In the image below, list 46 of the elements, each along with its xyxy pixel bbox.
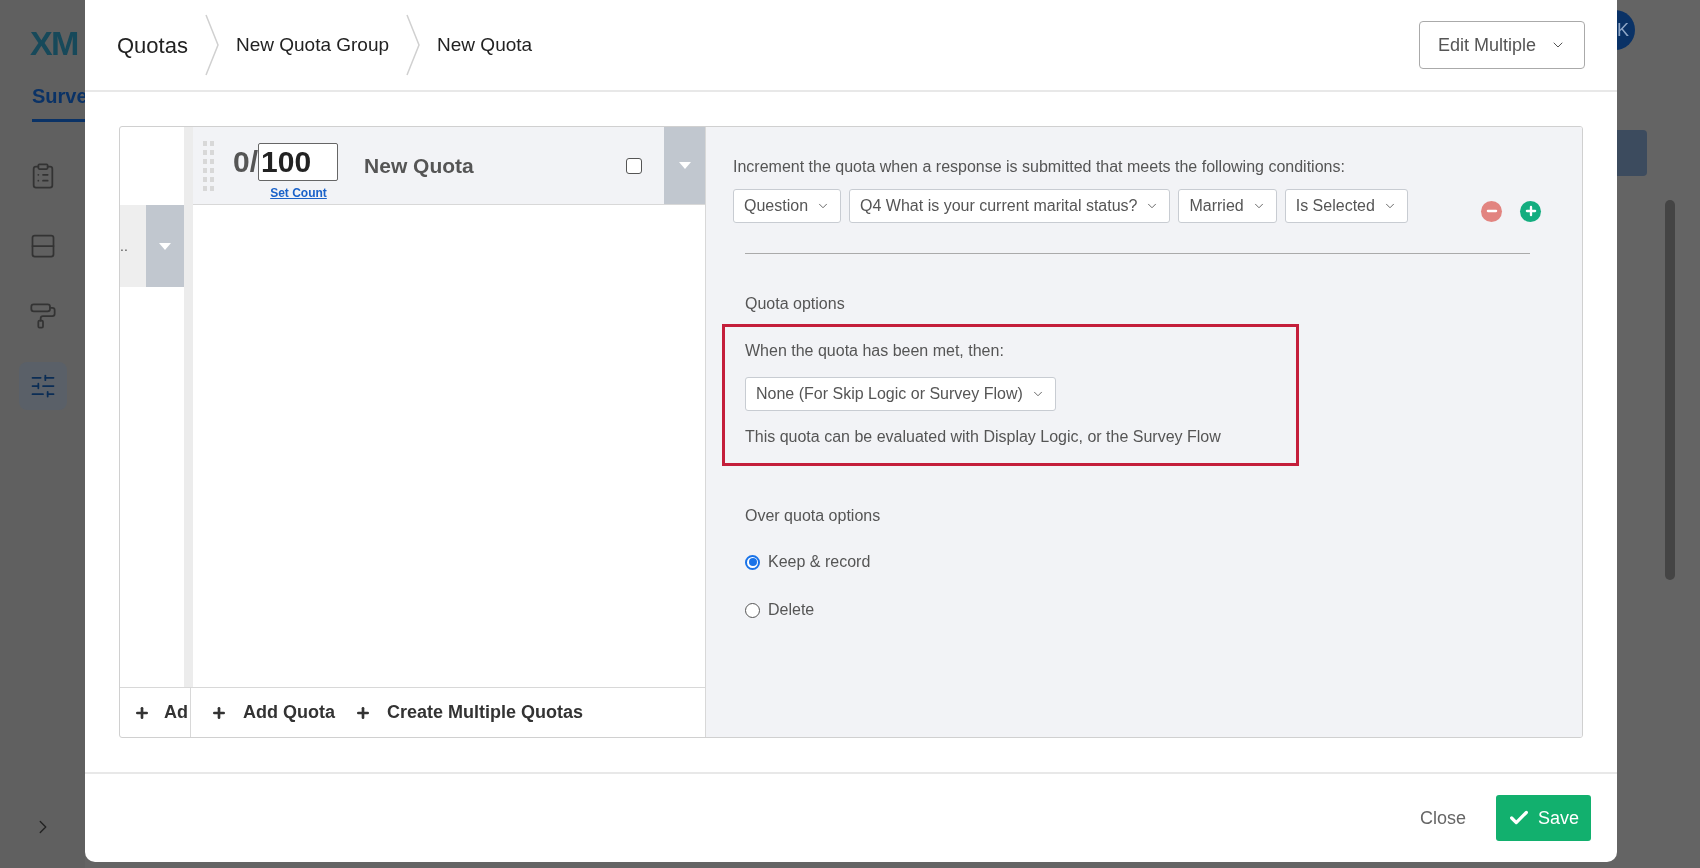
breadcrumb-separator-icon (405, 14, 422, 76)
dropdown[interactable]: Q4 What is your current marital status? (849, 189, 1171, 223)
quota-action-button[interactable]: Add Quota (211, 699, 335, 726)
section-heading: Over quota options (745, 506, 882, 526)
conditions-intro: Increment the quota when a response is submitted that meets the following conditions: (733, 157, 1346, 177)
dropdown[interactable]: None (For Skip Logic or Survey Flow) (745, 377, 1056, 411)
triangle-down-icon (678, 162, 691, 169)
quota-row[interactable]: 0/100 Set Count New Quota (193, 127, 705, 205)
radio-option[interactable]: Keep & record (745, 550, 1546, 574)
hint-text: This quota can be evaluated with Display Logic, or the Survey Flow (745, 427, 1222, 447)
quota-checkbox[interactable] (626, 157, 642, 174)
plus-icon (211, 704, 227, 721)
quota-name: New Quota (364, 152, 474, 179)
plus-icon (1523, 204, 1538, 218)
close-button[interactable]: Close (1419, 804, 1466, 832)
radio-button[interactable] (745, 602, 760, 618)
edit-multiple-button[interactable]: Edit Multiple (1418, 21, 1585, 69)
plus-icon (134, 704, 150, 721)
set-count-link[interactable]: Set Count (270, 184, 327, 202)
drag-handle-icon (203, 140, 215, 191)
breadcrumb[interactable]: Quotas (117, 28, 188, 62)
section-heading: Quota options (745, 294, 846, 314)
remove-condition-button[interactable] (1481, 200, 1502, 222)
logo: XM (30, 23, 78, 64)
radio-button[interactable] (745, 554, 760, 570)
met-label: When the quota has been met, then: (745, 341, 1005, 361)
group-name: .. (120, 236, 129, 256)
quota-count: 0/ (233, 144, 259, 180)
paint-roller-icon (28, 302, 57, 330)
sidebar-item[interactable] (18, 362, 67, 410)
dropdown[interactable]: Question (733, 189, 842, 223)
dropdown-toggle[interactable] (146, 205, 184, 287)
breadcrumb-separator-icon (203, 14, 220, 76)
breadcrumb[interactable]: New Quota (437, 30, 533, 60)
radio-option[interactable]: Delete (745, 598, 1546, 622)
plus-icon (355, 704, 371, 721)
triangle-down-icon (159, 242, 171, 250)
dropdown[interactable]: Is Selected (1284, 189, 1408, 223)
quota-action-button[interactable]: Create Multiple Quotas (355, 699, 584, 726)
breadcrumb[interactable]: New Quota Group (235, 30, 390, 60)
add-condition-button[interactable] (1520, 200, 1541, 222)
dropdown-toggle[interactable] (664, 127, 705, 204)
dropdown[interactable]: Married (1178, 189, 1277, 223)
quota-group-row[interactable]: .. (120, 205, 184, 287)
add-group-button[interactable]: Ad (120, 688, 191, 737)
quota-limit-field[interactable]: 100 (258, 142, 339, 181)
